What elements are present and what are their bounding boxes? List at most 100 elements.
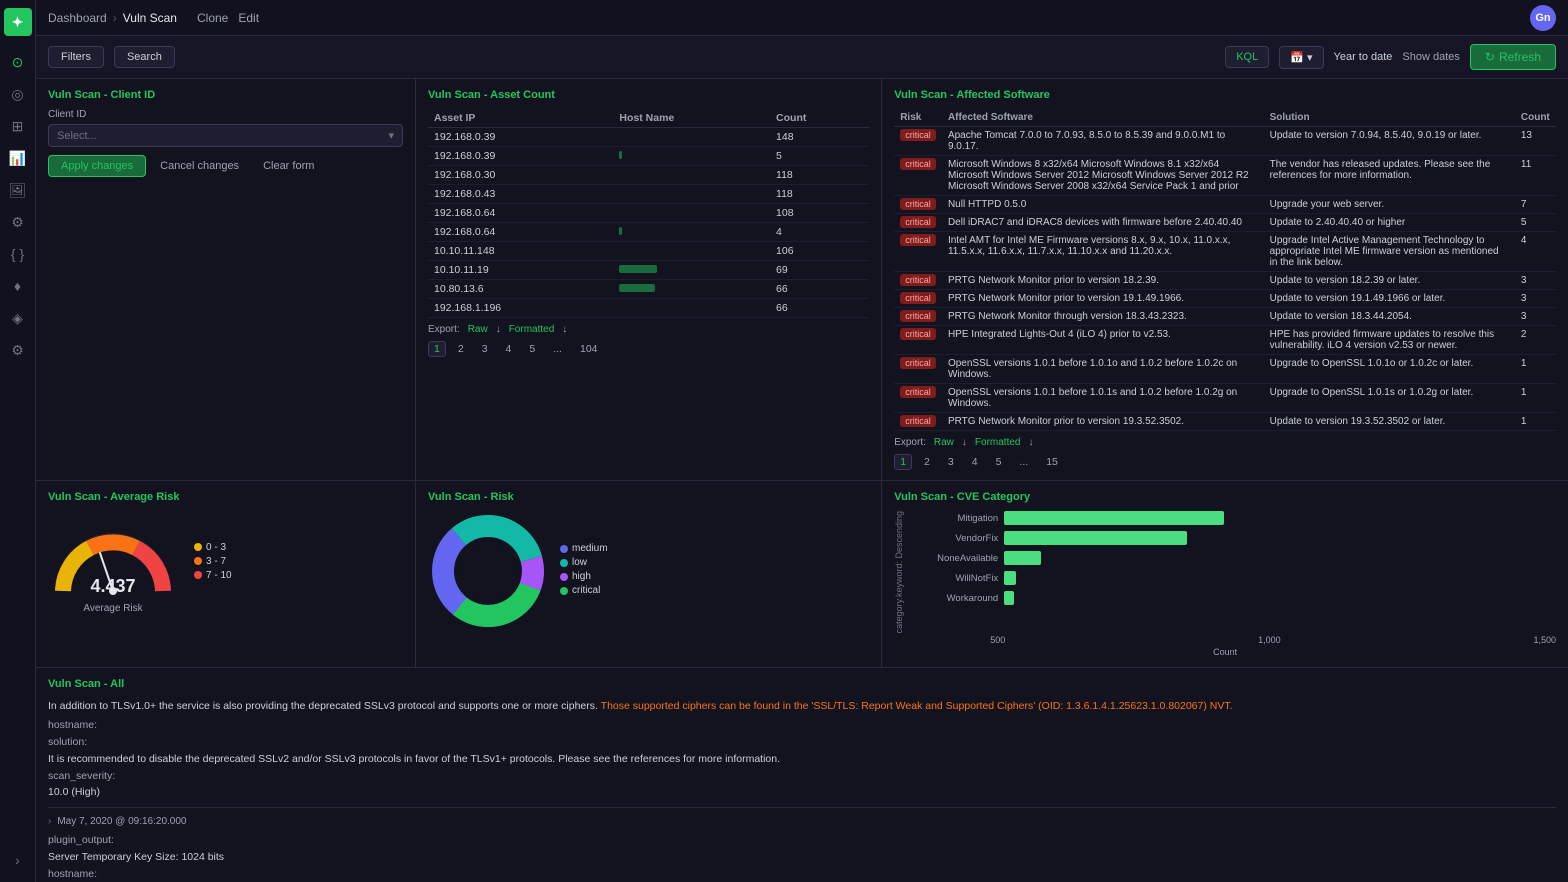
- page-btn[interactable]: 3: [476, 341, 494, 357]
- sidebar-icon-discover[interactable]: ◎: [4, 80, 32, 108]
- affected-count: 3: [1515, 272, 1556, 290]
- page-btn[interactable]: ...: [547, 341, 568, 357]
- sidebar-icon-collapse[interactable]: ›: [4, 846, 32, 874]
- clear-form-button[interactable]: Clear form: [253, 156, 324, 176]
- asset-count: 118: [770, 166, 869, 185]
- vuln-timestamp-2: › May 7, 2020 @ 09:16:20.000: [48, 814, 1556, 830]
- chevron-right-icon[interactable]: ›: [48, 814, 51, 830]
- cve-x-ticks: 500 1,000 1,500: [990, 635, 1556, 645]
- affected-solution: Update to version 19.3.52.3502 or later.: [1264, 413, 1515, 431]
- page-btn[interactable]: 2: [918, 454, 936, 470]
- asset-table-row: 192.168.0.64 4: [428, 223, 869, 242]
- row-2: Vuln Scan - Average Risk: [36, 481, 1568, 668]
- gauge-value: 4.437: [90, 576, 135, 597]
- affected-table-row: critical OpenSSL versions 1.0.1 before 1…: [894, 384, 1556, 413]
- refresh-button[interactable]: ↻ Refresh: [1470, 44, 1556, 70]
- asset-host: [613, 128, 770, 147]
- affected-export-row: Export: Raw ↓ Formatted ↓: [894, 437, 1556, 448]
- sidebar-icon-dashboard[interactable]: ⊞: [4, 112, 32, 140]
- asset-export-formatted[interactable]: Formatted: [509, 324, 555, 335]
- affected-export-raw[interactable]: Raw: [934, 437, 954, 448]
- page-btn[interactable]: 4: [966, 454, 984, 470]
- sidebar-icon-settings[interactable]: ⚙: [4, 336, 32, 364]
- affected-software-text: HPE Integrated Lights-Out 4 (iLO 4) prio…: [942, 326, 1264, 355]
- col-count: Count: [770, 109, 869, 128]
- page-btn[interactable]: 2: [452, 341, 470, 357]
- vuln-scan-severity-label-1: scan_severity:: [48, 768, 1556, 785]
- page-btn[interactable]: 5: [990, 454, 1008, 470]
- affected-risk: critical: [894, 290, 942, 308]
- cve-y-axis-label: category.keyword: Descending: [894, 511, 904, 633]
- vuln-scan-severity-1: 10.0 (High): [48, 784, 1556, 801]
- affected-pagination: 12345... 15: [894, 454, 1556, 470]
- panel-cve-category: Vuln Scan - CVE Category category.keywor…: [882, 481, 1568, 667]
- sidebar-icon-visualize[interactable]: 📊: [4, 144, 32, 172]
- app-logo[interactable]: ✦: [4, 8, 32, 36]
- client-id-select[interactable]: Select... ▾: [48, 124, 403, 147]
- cve-bar-row: NoneAvailable: [908, 551, 1556, 565]
- page-btn[interactable]: 3: [942, 454, 960, 470]
- sidebar-icon-dev[interactable]: { }: [4, 240, 32, 268]
- asset-export-raw[interactable]: Raw: [468, 324, 488, 335]
- pie-container: medium low high critical: [428, 511, 869, 631]
- affected-risk: critical: [894, 413, 942, 431]
- sidebar: ✦ ⊙ ◎ ⊞ 📊 🖼 ⚙ { } ♦ ◈ ⚙ ›: [0, 0, 36, 882]
- affected-count: 3: [1515, 290, 1556, 308]
- edit-link[interactable]: Edit: [238, 11, 259, 25]
- col-host-name: Host Name: [613, 109, 770, 128]
- affected-risk: critical: [894, 196, 942, 214]
- asset-count: 108: [770, 204, 869, 223]
- search-button[interactable]: Search: [114, 46, 175, 68]
- asset-ip: 192.168.0.64: [428, 204, 613, 223]
- affected-solution: Upgrade to OpenSSL 1.0.1s or 1.0.2g or l…: [1264, 384, 1515, 413]
- sidebar-icon-monitoring[interactable]: ♦: [4, 272, 32, 300]
- page-btn[interactable]: 4: [500, 341, 518, 357]
- affected-solution: Update to 2.40.40.40 or higher: [1264, 214, 1515, 232]
- asset-ip: 10.10.11.19: [428, 261, 613, 280]
- calendar-button[interactable]: 📅 ▾: [1279, 46, 1323, 69]
- sidebar-icon-canvas[interactable]: 🖼: [4, 176, 32, 204]
- affected-solution: Update to version 18.2.39 or later.: [1264, 272, 1515, 290]
- affected-risk: critical: [894, 214, 942, 232]
- panel-client-id-title: Vuln Scan - Client ID: [48, 89, 403, 101]
- affected-software-text: Intel AMT for Intel ME Firmware versions…: [942, 232, 1264, 272]
- affected-solution: Update to version 7.0.94, 8.5.40, 9.0.19…: [1264, 127, 1515, 156]
- affected-table-row: critical PRTG Network Monitor prior to v…: [894, 413, 1556, 431]
- asset-host: [613, 280, 770, 299]
- page-btn[interactable]: 5: [523, 341, 541, 357]
- gauge-chart: 4.437: [48, 511, 178, 601]
- affected-solution: Upgrade Intel Active Management Technolo…: [1264, 232, 1515, 272]
- page-btn[interactable]: ...: [1013, 454, 1034, 470]
- page-btn[interactable]: 1: [894, 454, 912, 470]
- cancel-changes-button[interactable]: Cancel changes: [150, 156, 249, 176]
- affected-software-text: PRTG Network Monitor prior to version 19…: [942, 290, 1264, 308]
- apply-changes-button[interactable]: Apply changes: [48, 155, 146, 177]
- affected-count: 7: [1515, 196, 1556, 214]
- affected-export-label: Export:: [894, 437, 926, 448]
- affected-export-formatted[interactable]: Formatted: [975, 437, 1021, 448]
- page-btn[interactable]: 15: [1040, 454, 1064, 470]
- breadcrumb-dashboard[interactable]: Dashboard: [48, 11, 107, 25]
- clone-link[interactable]: Clone: [197, 11, 228, 25]
- affected-count: 1: [1515, 355, 1556, 384]
- vuln-time-2: May 7, 2020 @ 09:16:20.000: [57, 814, 186, 830]
- affected-table-row: critical HPE Integrated Lights-Out 4 (iL…: [894, 326, 1556, 355]
- show-dates-button[interactable]: Show dates: [1402, 51, 1459, 63]
- kql-button[interactable]: KQL: [1225, 46, 1269, 68]
- page-btn[interactable]: 1: [428, 341, 446, 357]
- cve-bar: [1004, 571, 1016, 585]
- filters-button[interactable]: Filters: [48, 46, 104, 68]
- affected-solution: Update to version 19.1.49.1966 or later.: [1264, 290, 1515, 308]
- page-btn[interactable]: 104: [574, 341, 604, 357]
- vuln-hostname-1: hostname:: [48, 717, 1556, 734]
- sidebar-icon-ml[interactable]: ⚙: [4, 208, 32, 236]
- panel-asset-title: Vuln Scan - Asset Count: [428, 89, 869, 101]
- sidebar-icon-apm[interactable]: ◈: [4, 304, 32, 332]
- affected-count: 1: [1515, 384, 1556, 413]
- asset-host: [613, 147, 770, 166]
- sidebar-icon-home[interactable]: ⊙: [4, 48, 32, 76]
- cve-bar-label: VendorFix: [908, 533, 998, 544]
- asset-pagination: 12345... 104: [428, 341, 869, 357]
- affected-solution: Upgrade to OpenSSL 1.0.1o or 1.0.2c or l…: [1264, 355, 1515, 384]
- col-solution: Solution: [1264, 109, 1515, 127]
